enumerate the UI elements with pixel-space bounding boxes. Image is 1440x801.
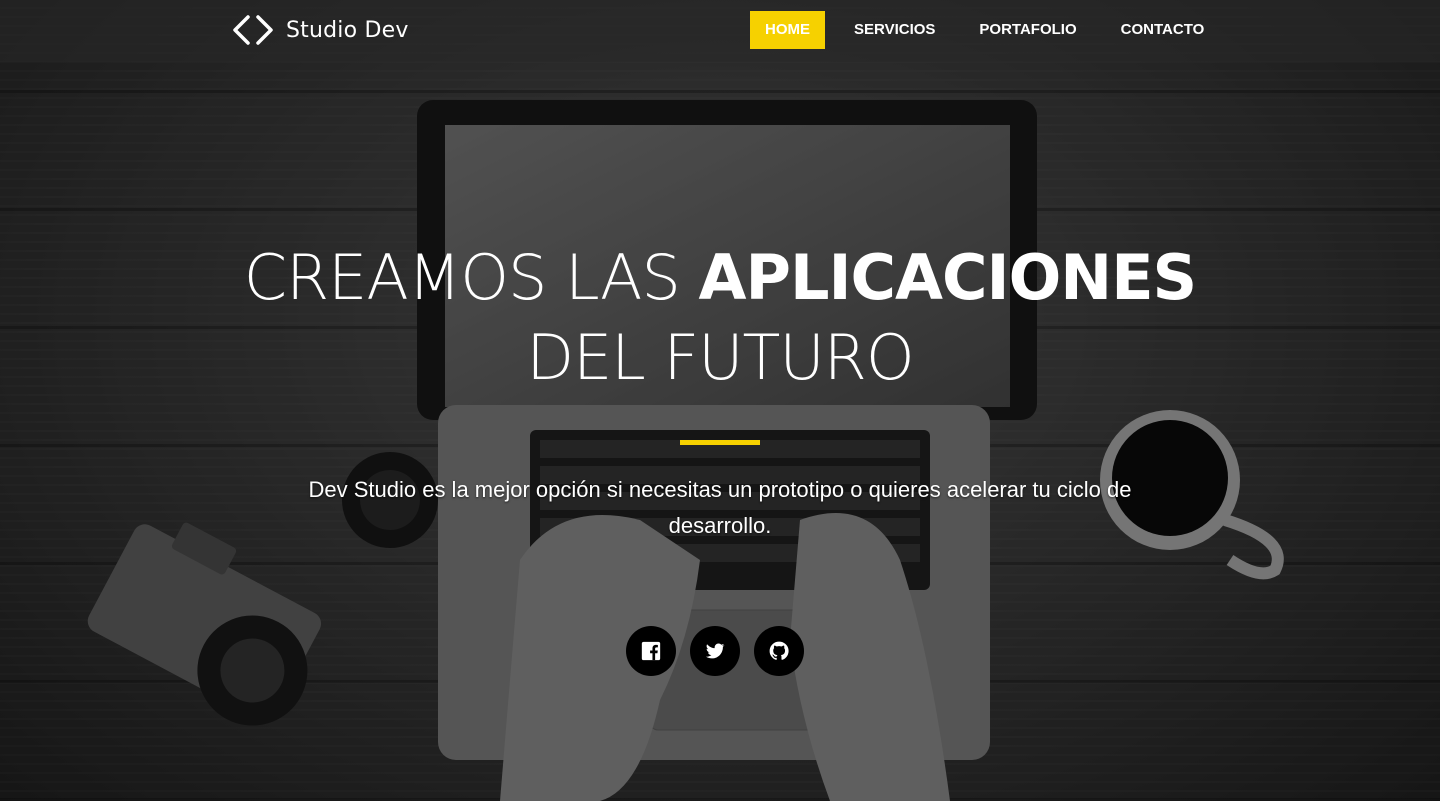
nav-item-contacto[interactable]: CONTACTO — [1106, 11, 1220, 49]
navbar: Studio Dev HOME SERVICIOS PORTAFOLIO CON… — [0, 0, 1440, 62]
facebook-icon — [641, 641, 661, 661]
code-brackets-icon — [233, 15, 273, 45]
accent-divider — [680, 440, 760, 445]
twitter-button[interactable] — [690, 626, 740, 676]
brand-name: Studio Dev — [286, 17, 409, 43]
brand[interactable]: Studio Dev — [230, 12, 409, 48]
hero-subtitle: Dev Studio es la mejor opción si necesit… — [308, 477, 1132, 538]
nav-item-home[interactable]: HOME — [750, 11, 825, 49]
nav-item-portafolio[interactable]: PORTAFOLIO — [964, 11, 1091, 49]
dark-overlay — [0, 0, 1440, 801]
main-nav: HOME SERVICIOS PORTAFOLIO CONTACTO — [750, 11, 1233, 49]
github-icon — [769, 641, 789, 660]
social-links — [626, 626, 804, 676]
nav-item-servicios[interactable]: SERVICIOS — [839, 11, 950, 49]
headline-bold: APLICACIONES — [698, 241, 1198, 314]
facebook-button[interactable] — [626, 626, 676, 676]
twitter-icon — [705, 643, 725, 659]
github-button[interactable] — [754, 626, 804, 676]
headline-line2: DEL FUTURO — [526, 321, 914, 394]
hero-headline: CREAMOS LAS APLICACIONES DEL FUTURO — [0, 238, 1440, 398]
headline-light: CREAMOS LAS — [243, 241, 699, 314]
